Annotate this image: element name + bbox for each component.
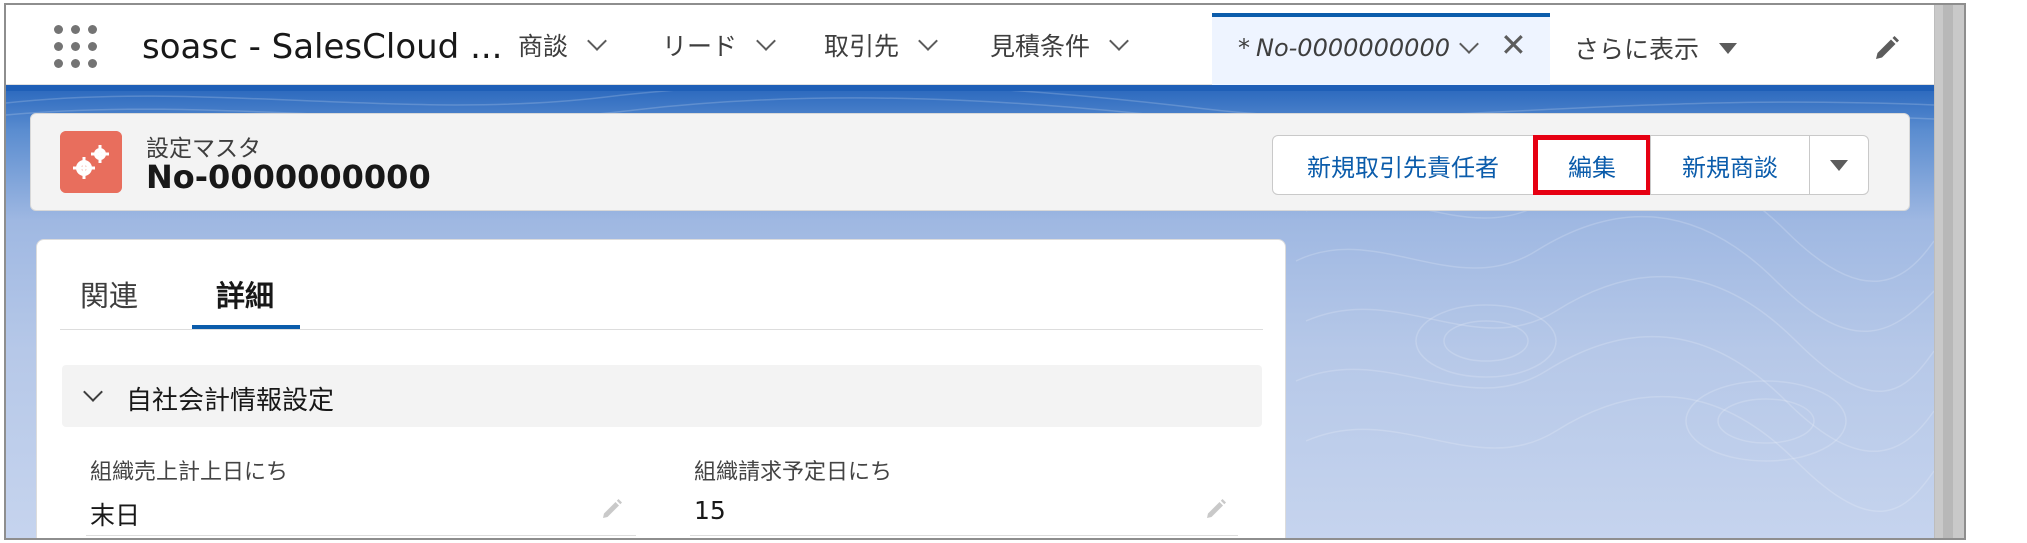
nav-item-accounts[interactable]: 取引先: [824, 5, 938, 85]
caret-down-icon: [1830, 159, 1848, 171]
chevron-down-icon[interactable]: [918, 31, 938, 51]
new-contact-button[interactable]: 新規取引先責任者: [1272, 135, 1534, 195]
field-value-sales-date: 末日: [90, 501, 141, 530]
inline-edit-pencil-icon[interactable]: [600, 497, 624, 521]
field-label-billing-date: 組織請求予定日にち: [694, 460, 893, 485]
nav-item-label: 商談: [518, 32, 569, 61]
settings-gears-icon: [60, 131, 122, 193]
top-navigation-bar: soasc - SalesCloud ... 商談 リード 取引先 見積条件 *…: [6, 5, 1934, 86]
tabs-divider: [60, 329, 1263, 330]
field-divider: [86, 535, 636, 536]
nav-item-opportunities[interactable]: 商談: [518, 5, 607, 85]
tab-related[interactable]: 関連: [80, 273, 138, 315]
field-label-sales-date: 組織売上計上日にち: [90, 460, 289, 485]
record-title: No-0000000000: [146, 158, 431, 196]
edit-nav-pencil-icon[interactable]: [1872, 35, 1900, 63]
nav-item-label: 見積条件: [990, 32, 1091, 61]
chevron-down-icon[interactable]: [587, 31, 607, 51]
chevron-down-icon[interactable]: [756, 31, 776, 51]
nav-item-quote-terms[interactable]: 見積条件: [990, 5, 1129, 85]
field-divider: [690, 535, 1238, 536]
nav-active-tab-label[interactable]: * No-0000000000: [1238, 5, 1450, 91]
nav-item-leads[interactable]: リード: [662, 5, 776, 85]
tab-details[interactable]: 詳細: [216, 273, 274, 315]
field-value-billing-date: 15: [694, 496, 726, 525]
window-scroll-edge[interactable]: [1934, 5, 1964, 538]
record-action-buttons: 新規取引先責任者 編集 新規商談: [1272, 135, 1869, 195]
edit-button[interactable]: 編集: [1533, 135, 1651, 195]
close-icon[interactable]: ✕: [1500, 29, 1527, 61]
app-launcher-icon[interactable]: [52, 23, 98, 69]
more-actions-button[interactable]: [1809, 135, 1869, 195]
app-window: soasc - SalesCloud ... 商談 リード 取引先 見積条件 *…: [4, 3, 1966, 540]
unsaved-indicator: *: [1238, 34, 1250, 62]
app-name: soasc - SalesCloud ...: [142, 27, 503, 67]
nav-item-label: リード: [662, 32, 738, 61]
nav-more-button[interactable]: さらに表示: [1574, 5, 1699, 91]
inline-edit-pencil-icon[interactable]: [1204, 497, 1228, 521]
chevron-down-icon[interactable]: [1109, 31, 1129, 51]
new-opportunity-button[interactable]: 新規商談: [1650, 135, 1810, 195]
active-tab-title: No-0000000000: [1256, 34, 1450, 62]
nav-item-label: 取引先: [824, 32, 900, 61]
caret-down-icon[interactable]: [1719, 43, 1737, 54]
section-title: 自社会計情報設定: [126, 386, 335, 416]
